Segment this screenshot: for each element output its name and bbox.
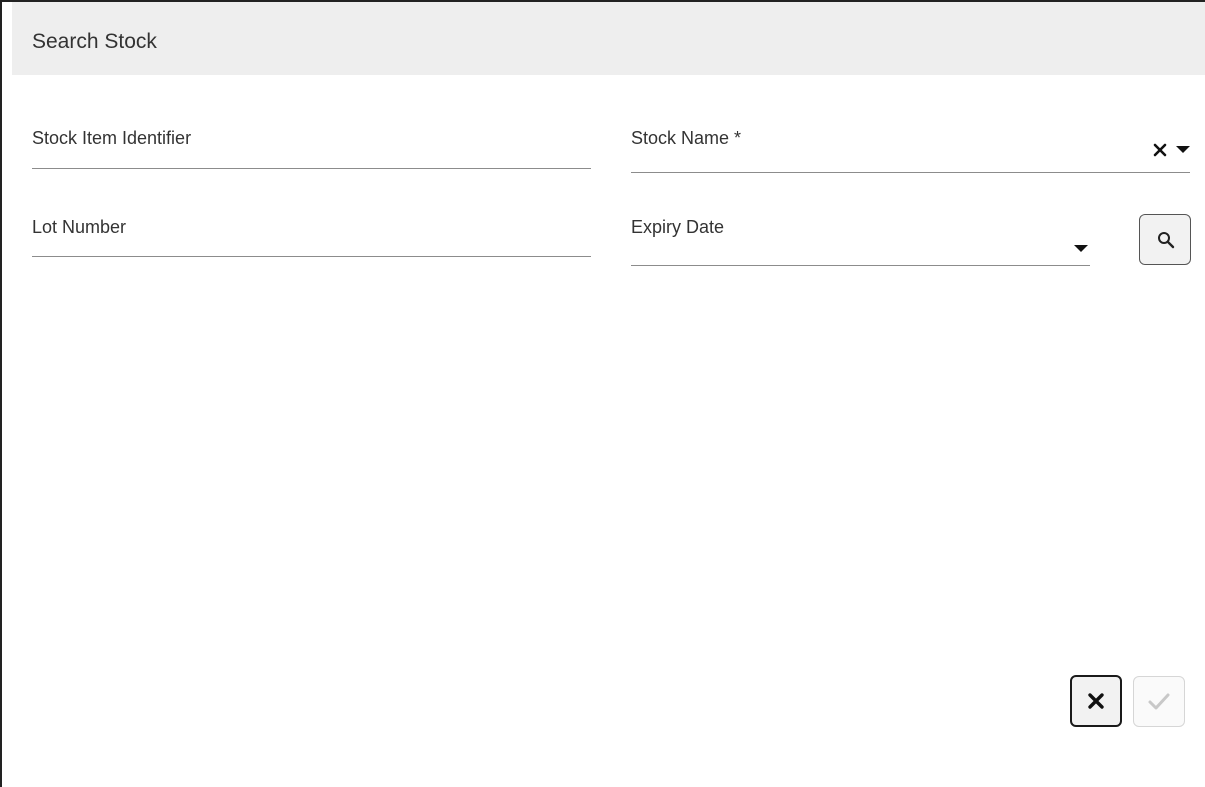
cancel-button[interactable]	[1070, 675, 1122, 727]
lot-number-label: Lot Number	[32, 217, 127, 237]
lot-number-field[interactable]: Lot Number	[32, 217, 591, 257]
clear-icon[interactable]	[1152, 142, 1168, 158]
dialog-title: Search Stock	[32, 30, 157, 53]
stock-name-select[interactable]: Stock Name *	[631, 128, 1190, 173]
stock-item-identifier-field[interactable]: Stock Item Identifier	[32, 128, 591, 169]
chevron-down-icon[interactable]	[1176, 146, 1190, 153]
dialog-header: Search Stock	[12, 2, 1205, 75]
expiry-date-label: Expiry Date	[631, 217, 725, 237]
search-stock-dialog: Search Stock Stock Item Identifier Stock…	[0, 0, 1205, 787]
chevron-down-icon[interactable]	[1074, 245, 1088, 252]
confirm-button[interactable]	[1133, 676, 1185, 727]
stock-item-identifier-label: Stock Item Identifier	[32, 128, 192, 148]
stock-name-label: Stock Name *	[631, 128, 742, 148]
search-button[interactable]	[1139, 214, 1191, 265]
expiry-date-select[interactable]: Expiry Date	[631, 217, 1090, 266]
